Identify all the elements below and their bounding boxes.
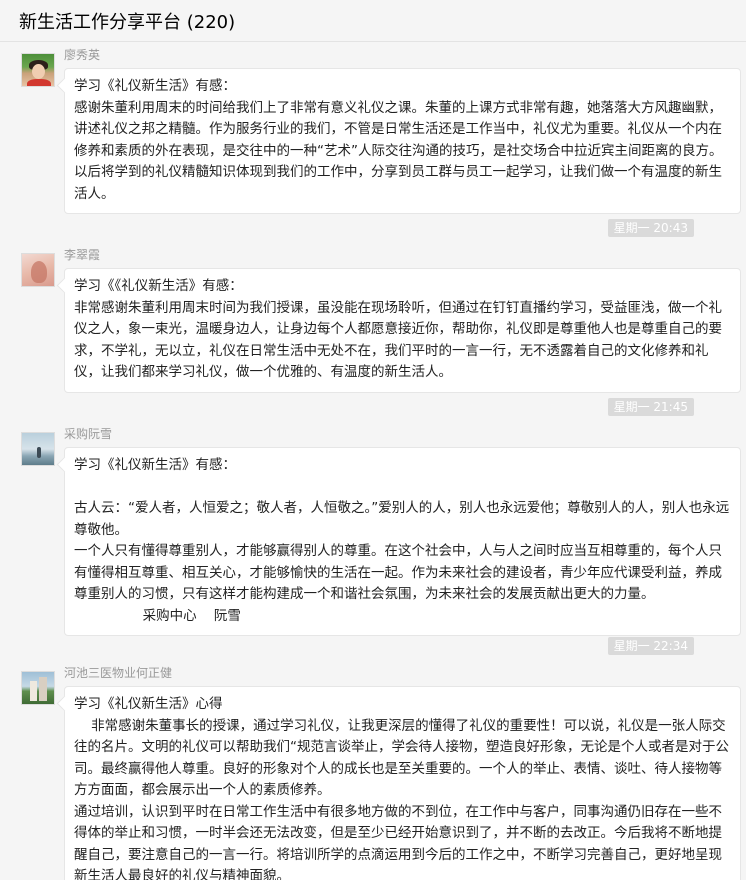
chat-title: 新生活工作分享平台 (220) xyxy=(19,12,236,33)
message-text: 通过培训，认识到平时在日常工作生活中有很多地方做的不到位，在工作中与客户，同事沟… xyxy=(74,803,722,880)
message-text: 学习《《礼仪新生活》有感： xyxy=(74,278,243,294)
message-text: 学习《礼仪新生活》心得 xyxy=(74,696,223,712)
timestamp: 星期一 20:43 xyxy=(607,219,694,237)
message-bubble[interactable]: 学习《礼仪新生活》有感： 感谢朱董利用周末的时间给我们上了非常有意义礼仪之课。朱… xyxy=(64,68,741,214)
sender-name: 廖秀英 xyxy=(64,48,101,62)
message-list[interactable]: 廖秀英 学习《礼仪新生活》有感： 感谢朱董利用周末的时间给我们上了非常有意义礼仪… xyxy=(0,42,746,880)
message-bubble[interactable]: 学习《礼仪新生活》有感： 古人云：“爱人者，人恒爱之；敬人者，人恒敬之。”爱别人… xyxy=(64,447,741,636)
avatar[interactable] xyxy=(21,671,55,705)
message-signature: 采购中心 阮雪 xyxy=(74,607,241,624)
message-text: 古人云：“爱人者，人恒爱之；敬人者，人恒敬之。”爱别人的人，别人也永远爱他；尊敬… xyxy=(74,500,730,538)
message-bubble[interactable]: 学习《《礼仪新生活》有感： 非常感谢朱董利用周末时间为我们授课，虽没能在现场聆听… xyxy=(64,268,741,393)
message-text: 学习《礼仪新生活》有感： xyxy=(74,457,236,473)
sender-name: 采购阮雪 xyxy=(64,427,113,441)
message-text: 非常感谢朱董事长的授课，通过学习礼仪，让我更深层的懂得了礼仪的重要性！可以说，礼… xyxy=(74,717,729,799)
message-text: 非常感谢朱董利用周末时间为我们授课，虽没能在现场聆听，但通过在钉钉直播约学习，受… xyxy=(74,299,722,381)
message-text: 感谢朱董利用周末的时间给我们上了非常有意义礼仪之课。朱董的上课方式非常有趣，她落… xyxy=(74,99,723,202)
timestamp: 星期一 22:34 xyxy=(607,637,694,655)
message-text: 一个人只有懂得尊重别人，才能够赢得别人的尊重。在这个社会中，人与人之间时应当互相… xyxy=(74,543,722,602)
chat-header: 新生活工作分享平台 (220) xyxy=(0,0,746,42)
message-text: 学习《礼仪新生活》有感： xyxy=(74,78,236,94)
sender-name: 河池三医物业何正健 xyxy=(64,666,173,680)
avatar[interactable] xyxy=(21,53,55,87)
timestamp: 星期一 21:45 xyxy=(607,398,694,416)
message-bubble[interactable]: 学习《礼仪新生活》心得 非常感谢朱董事长的授课，通过学习礼仪，让我更深层的懂得了… xyxy=(64,686,741,880)
avatar[interactable] xyxy=(21,253,55,287)
avatar[interactable] xyxy=(21,432,55,466)
sender-name: 李翠霞 xyxy=(64,248,101,262)
